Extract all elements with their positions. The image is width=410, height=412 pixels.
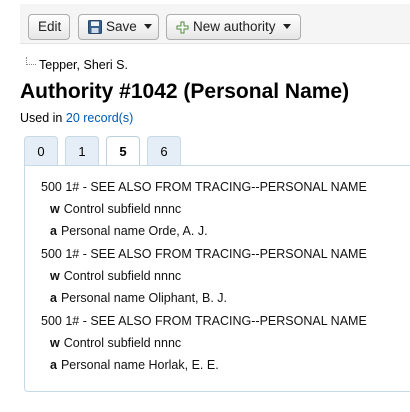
subfield-row: w Control subfield nnnc (50, 269, 181, 283)
subfield-code: a (50, 291, 57, 305)
field-tag-line: 500 1# - SEE ALSO FROM TRACING--PERSONAL… (41, 180, 367, 194)
plus-icon (176, 18, 189, 42)
field-tag-line: 500 1# - SEE ALSO FROM TRACING--PERSONAL… (41, 314, 367, 328)
edit-button[interactable]: Edit (28, 14, 70, 40)
usage-info: Used in 20 record(s) (20, 111, 133, 125)
subfield-row: a Personal name Orde, A. J. (50, 224, 208, 238)
subfield-text: Control subfield nnnc (63, 202, 182, 216)
subfield-row: w Control subfield nnnc (50, 336, 181, 350)
subfield-text: Personal name Horlak, E. E. (60, 358, 219, 372)
breadcrumb: Tepper, Sheri S. (26, 57, 128, 72)
subfield-code: w (50, 269, 60, 283)
tab-0[interactable]: 0 (24, 136, 58, 166)
subfield-text: Control subfield nnnc (63, 269, 182, 283)
subfield-code: a (50, 358, 57, 372)
usage-prefix: Used in (20, 111, 63, 125)
new-authority-button[interactable]: New authority (166, 14, 301, 40)
caret-down-icon (143, 24, 152, 29)
field-tag-line: 500 1# - SEE ALSO FROM TRACING--PERSONAL… (41, 247, 367, 261)
subfield-text: Control subfield nnnc (63, 336, 182, 350)
edit-button-label: Edit (38, 19, 62, 34)
save-button-label: Save (106, 19, 137, 34)
tab-panel: 500 1# - SEE ALSO FROM TRACING--PERSONAL… (24, 165, 410, 392)
subfield-code: w (50, 336, 60, 350)
subfield-code: w (50, 202, 60, 216)
save-button[interactable]: Save (78, 14, 159, 40)
tab-1[interactable]: 1 (65, 136, 99, 166)
new-authority-button-label: New authority (193, 19, 276, 34)
subfield-text: Personal name Orde, A. J. (60, 224, 208, 238)
subfield-row: w Control subfield nnnc (50, 202, 181, 216)
tab-5[interactable]: 5 (106, 136, 140, 168)
caret-down-icon (282, 24, 291, 29)
subfield-row: a Personal name Oliphant, B. J. (50, 291, 227, 305)
records-link[interactable]: 20 record(s) (66, 111, 133, 125)
toolbar: Edit Save New authority (20, 4, 410, 44)
subfield-code: a (50, 224, 57, 238)
page-title: Authority #1042 (Personal Name) (20, 80, 350, 103)
tab-6[interactable]: 6 (147, 136, 181, 166)
tree-branch-icon (26, 57, 36, 65)
subfield-row: a Personal name Horlak, E. E. (50, 358, 219, 372)
breadcrumb-label: Tepper, Sheri S. (39, 58, 128, 72)
save-icon (88, 18, 102, 42)
subfield-text: Personal name Oliphant, B. J. (60, 291, 228, 305)
